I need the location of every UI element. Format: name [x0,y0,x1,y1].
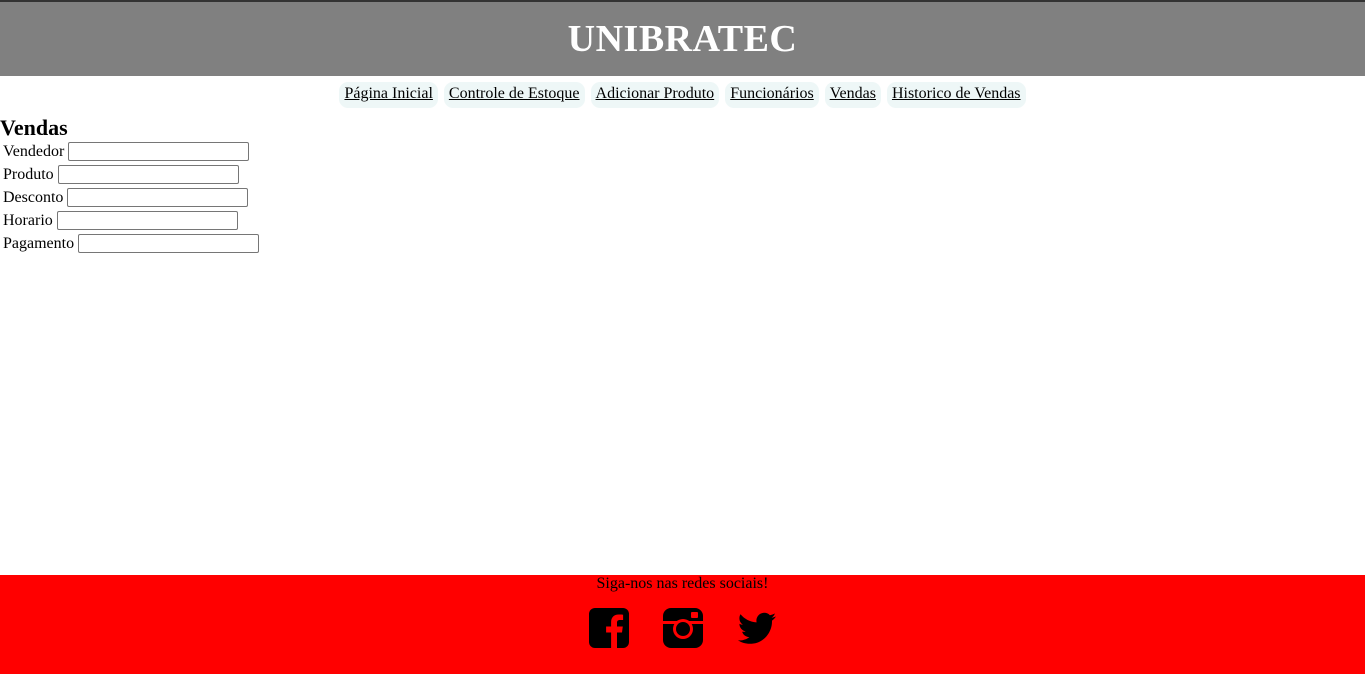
produto-label: Produto [3,165,54,183]
facebook-icon[interactable] [588,607,630,649]
nav-link-controle-estoque[interactable]: Controle de Estoque [443,82,585,108]
footer-text: Siga-nos nas redes sociais! [596,575,769,592]
desconto-input[interactable] [67,188,249,207]
horario-row: Horario [3,209,1365,232]
vendedor-row: Vendedor [3,140,1365,163]
produto-input[interactable] [57,165,239,184]
pagamento-label: Pagamento [3,234,75,252]
nav-link-pagina-inicial[interactable]: Página Inicial [339,82,438,108]
site-footer: Siga-nos nas redes sociais! [0,575,1365,674]
nav-link-historico-vendas[interactable]: Historico de Vendas [886,82,1026,108]
page-title: Vendas [0,115,68,140]
site-title: UNIBRATEC [567,18,798,60]
horario-input[interactable] [56,211,238,230]
twitter-icon[interactable] [736,607,778,649]
instagram-icon[interactable] [662,607,704,649]
horario-label: Horario [3,211,53,229]
pagamento-input[interactable] [78,234,260,253]
produto-row: Produto [3,163,1365,186]
pagamento-row: Pagamento [3,232,1365,255]
nav-link-vendas[interactable]: Vendas [824,82,881,108]
nav-link-adicionar-produto[interactable]: Adicionar Produto [590,82,720,108]
vendedor-input[interactable] [68,142,250,161]
nav-link-funcionarios[interactable]: Funcionários [725,82,819,108]
social-links [0,607,1365,649]
desconto-label: Desconto [3,188,64,206]
sales-form: Vendedor Produto Desconto Horario Pagame… [0,140,1365,255]
vendedor-label: Vendedor [3,142,65,160]
site-header: UNIBRATEC [0,2,1365,76]
main-nav: Página Inicial Controle de Estoque Adici… [0,82,1365,108]
desconto-row: Desconto [3,186,1365,209]
